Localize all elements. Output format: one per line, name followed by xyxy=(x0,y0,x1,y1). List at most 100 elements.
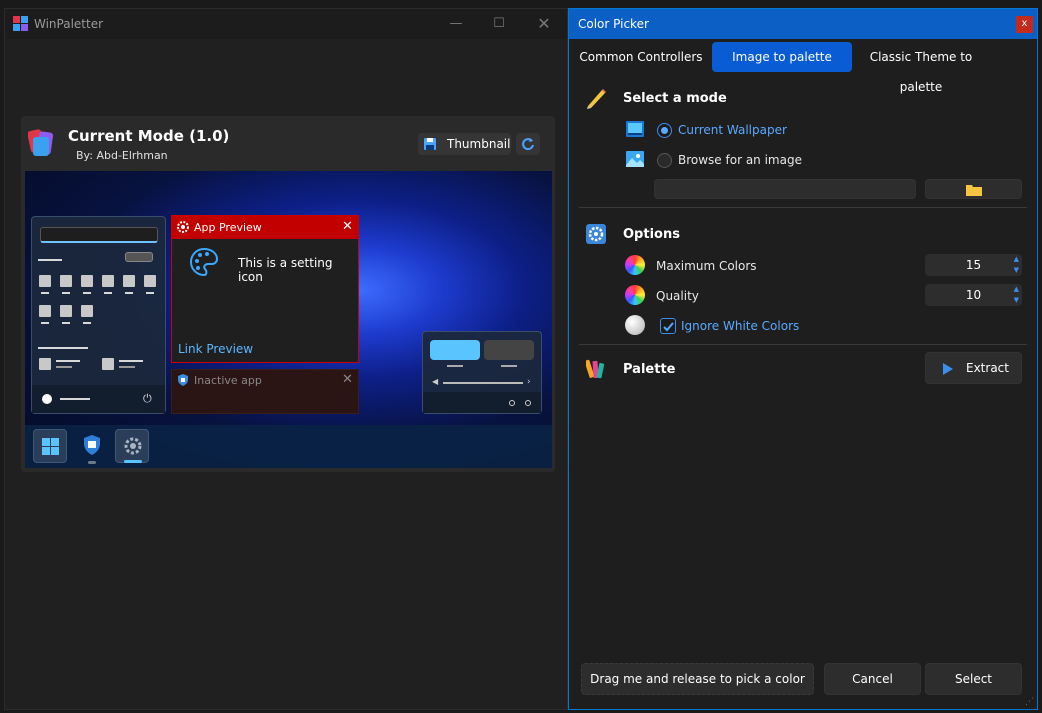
select-mode-title: Select a mode xyxy=(623,91,727,106)
ignore-white-checkbox[interactable] xyxy=(660,318,676,334)
thumbnail-label: Thumbnail xyxy=(447,137,511,151)
theme-card: Current Mode (1.0) By: Abd-Elrhman Thumb… xyxy=(21,116,555,472)
app-tile xyxy=(39,275,51,287)
theme-title: Current Mode (1.0) xyxy=(68,127,230,145)
start-footer: ⏻ xyxy=(32,385,165,413)
app-preview-close-icon: ✕ xyxy=(342,219,353,234)
start-menu-preview: ⏻ xyxy=(31,216,166,414)
white-circle-icon xyxy=(625,315,645,335)
winpaletter-titlebar: WinPaletter — ☐ ✕ xyxy=(5,9,567,39)
image-icon xyxy=(626,151,644,167)
cancel-button[interactable]: Cancel xyxy=(824,663,921,695)
close-button[interactable]: ✕ xyxy=(533,13,555,35)
options-title: Options xyxy=(623,227,680,242)
refresh-icon xyxy=(522,138,534,151)
browse-image-label[interactable]: Browse for an image xyxy=(678,153,802,167)
section-divider xyxy=(579,207,1027,208)
gear-icon xyxy=(124,437,142,455)
resize-grip-icon[interactable]: ⋰ xyxy=(1025,697,1034,707)
app-tile xyxy=(39,305,51,317)
app-tile xyxy=(60,275,72,287)
link-preview: Link Preview xyxy=(178,342,254,356)
inactive-close-icon: ✕ xyxy=(342,372,353,387)
action-center-preview: ◀ › xyxy=(422,331,542,414)
stepper-arrows-icon[interactable]: ▲ ▼ xyxy=(1014,254,1019,276)
browse-image-radio[interactable] xyxy=(657,153,672,168)
app-tile xyxy=(81,305,93,317)
quality-value: 10 xyxy=(965,288,982,302)
extract-label: Extract xyxy=(966,361,1009,375)
tab-common-controllers[interactable]: Common Controllers xyxy=(575,42,707,72)
ignore-white-label[interactable]: Ignore White Colors xyxy=(681,319,799,333)
drag-to-pick-button[interactable]: Drag me and release to pick a color xyxy=(581,663,814,695)
max-colors-value: 15 xyxy=(965,258,982,272)
palette-title: Palette xyxy=(623,362,676,377)
app-tile xyxy=(102,275,114,287)
power-icon: ⏻ xyxy=(143,392,152,405)
image-path-field[interactable] xyxy=(654,179,916,199)
theme-logo-icon xyxy=(28,129,54,156)
recommended-item xyxy=(39,358,51,370)
current-wallpaper-label[interactable]: Current Wallpaper xyxy=(678,123,787,137)
color-wheel-icon xyxy=(625,285,645,305)
max-colors-label: Maximum Colors xyxy=(656,259,757,273)
palette-swatches-icon xyxy=(586,359,605,379)
app-tile xyxy=(81,275,93,287)
refresh-button[interactable] xyxy=(516,133,540,155)
volume-icon: ◀ xyxy=(432,377,439,386)
color-picker-title: Color Picker xyxy=(578,17,649,31)
palette-icon xyxy=(190,247,219,277)
app-preview-title: App Preview xyxy=(194,221,262,234)
app-preview-titlebar: App Preview ✕ xyxy=(172,216,358,239)
app-tile xyxy=(123,275,135,287)
thumbnail-button[interactable]: Thumbnail xyxy=(418,133,511,155)
gear-icon xyxy=(177,221,189,233)
maximize-button[interactable]: ☐ xyxy=(488,13,510,35)
winpaletter-window: WinPaletter — ☐ ✕ Current Mode (1.0) By:… xyxy=(4,8,568,710)
quick-toggle-off xyxy=(484,340,534,360)
checkmark-icon xyxy=(663,322,674,332)
theme-preview: ⏻ App Preview ✕ This is a setting icon L xyxy=(25,171,552,468)
shield-icon xyxy=(84,435,100,455)
close-button[interactable]: x xyxy=(1016,16,1033,33)
winpaletter-title: WinPaletter xyxy=(34,17,104,31)
max-colors-input[interactable]: 15 ▲ ▼ xyxy=(925,254,1022,276)
minimize-button[interactable]: — xyxy=(445,13,467,35)
options-gear-icon xyxy=(586,224,606,244)
current-wallpaper-radio[interactable] xyxy=(657,123,672,138)
browse-button[interactable] xyxy=(925,179,1022,199)
inactive-app-window: Inactive app ✕ xyxy=(171,369,359,414)
color-wheel-icon xyxy=(625,255,645,275)
quality-input[interactable]: 10 ▲ ▼ xyxy=(925,284,1022,306)
settings-dot-icon xyxy=(509,400,515,406)
app-tile xyxy=(60,305,72,317)
folder-icon xyxy=(966,185,982,196)
settings-app-preview xyxy=(115,429,149,463)
quality-label: Quality xyxy=(656,289,699,303)
tab-image-to-palette[interactable]: Image to palette xyxy=(712,42,852,72)
color-picker-titlebar: Color Picker x xyxy=(569,9,1037,39)
windows-logo-icon xyxy=(42,438,59,455)
section-divider xyxy=(579,344,1027,345)
volume-slider xyxy=(443,382,523,384)
settings-dot-icon xyxy=(525,400,531,406)
start-button-preview xyxy=(33,429,67,463)
save-icon xyxy=(424,138,436,150)
winpaletter-logo-icon xyxy=(13,16,28,31)
extract-button[interactable]: Extract xyxy=(925,352,1022,384)
tab-classic-theme-to-palette[interactable]: Classic Theme to palette xyxy=(853,42,989,94)
pinned-line xyxy=(38,259,62,261)
pencil-icon xyxy=(587,89,606,109)
wallpaper-icon xyxy=(626,121,644,137)
select-button[interactable]: Select xyxy=(925,663,1022,695)
start-search-box xyxy=(40,227,158,243)
all-apps-button xyxy=(125,252,153,262)
stepper-arrows-icon[interactable]: ▲ ▼ xyxy=(1014,284,1019,306)
user-avatar-icon xyxy=(42,394,52,404)
app-preview-window: App Preview ✕ This is a setting icon Lin… xyxy=(171,215,359,363)
taskbar-preview xyxy=(25,425,552,468)
inactive-app-title: Inactive app xyxy=(194,374,262,387)
quick-toggle-on xyxy=(430,340,480,360)
color-picker-window: Color Picker x Common Controllers Image … xyxy=(568,8,1038,710)
setting-icon-text: This is a setting icon xyxy=(238,256,333,284)
